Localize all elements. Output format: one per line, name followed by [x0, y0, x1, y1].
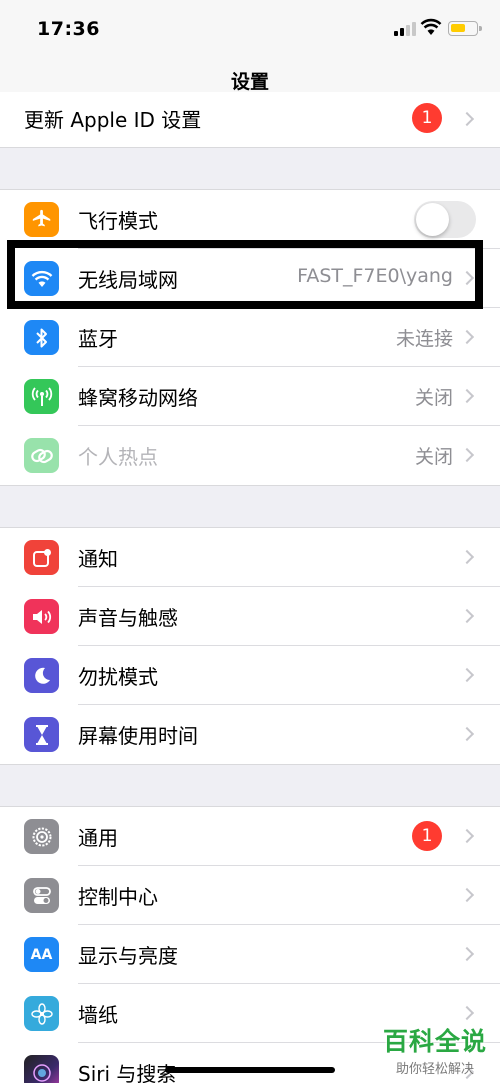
page-title: 设置: [230, 71, 269, 93]
connectivity-group: 飞行模式 无线局域网 FAST_F7E0\yang 蓝牙 未连接 蜂窝移动网络 …: [0, 189, 500, 486]
chevron-right-icon: [459, 946, 475, 962]
update-apple-id-row[interactable]: 更新 Apple ID 设置 1: [0, 92, 500, 148]
chevron-right-icon: [459, 388, 475, 404]
siri-icon: [24, 1055, 59, 1083]
airplane-mode-toggle[interactable]: [414, 201, 476, 238]
airplane-mode-label: 飞行模式: [78, 209, 158, 233]
wifi-status-icon: [420, 18, 442, 35]
cellular-status: 关闭: [414, 387, 453, 409]
chevron-right-icon: [459, 447, 475, 463]
chevron-right-icon: [459, 828, 475, 844]
speaker-icon: [24, 599, 59, 634]
cellular-signal-icon: [394, 22, 418, 36]
personal-hotspot-status: 关闭: [414, 446, 453, 468]
watermark-logo: 百科全说 助你轻松解决: [376, 1022, 494, 1078]
antenna-icon: [24, 379, 59, 414]
update-badge: 1: [412, 103, 442, 133]
update-apple-id-label: 更新 Apple ID 设置: [24, 108, 202, 132]
chevron-right-icon: [459, 887, 475, 903]
chevron-right-icon: [459, 549, 475, 565]
general-row[interactable]: 通用 1: [0, 807, 500, 866]
bluetooth-status: 未连接: [395, 328, 453, 350]
sounds-label: 声音与触感: [78, 606, 178, 630]
switches-icon: [24, 878, 59, 913]
wifi-highlight-box: [7, 240, 483, 309]
control-center-row[interactable]: 控制中心: [0, 866, 500, 925]
do-not-disturb-row[interactable]: 勿扰模式: [0, 646, 500, 705]
chevron-right-icon: [459, 726, 475, 742]
screen-time-label: 屏幕使用时间: [78, 724, 198, 748]
do-not-disturb-label: 勿扰模式: [78, 665, 158, 689]
cellular-label: 蜂窝移动网络: [78, 386, 198, 410]
home-indicator[interactable]: [165, 1067, 335, 1073]
chevron-right-icon: [459, 608, 475, 624]
bluetooth-label: 蓝牙: [78, 327, 118, 351]
screen-time-row[interactable]: 屏幕使用时间: [0, 705, 500, 764]
text-size-icon: AA: [24, 937, 59, 972]
chevron-right-icon: [459, 1005, 475, 1021]
hotspot-link-icon: [24, 438, 59, 473]
chevron-right-icon: [459, 667, 475, 683]
general-label: 通用: [78, 826, 118, 850]
notifications-label: 通知: [78, 547, 118, 571]
siri-search-label: Siri 与搜索: [78, 1062, 177, 1083]
notifications-row[interactable]: 通知: [0, 528, 500, 587]
status-time: 17:36: [37, 18, 100, 40]
sounds-row[interactable]: 声音与触感: [0, 587, 500, 646]
personal-hotspot-row[interactable]: 个人热点 关闭: [0, 426, 500, 485]
gear-icon: [24, 819, 59, 854]
battery-icon: [448, 21, 482, 36]
personal-hotspot-label: 个人热点: [78, 445, 158, 469]
display-brightness-label: 显示与亮度: [78, 944, 178, 968]
hourglass-icon: [24, 717, 59, 752]
watermark-brand: 百科全说: [382, 1027, 487, 1056]
moon-icon: [24, 658, 59, 693]
bluetooth-row[interactable]: 蓝牙 未连接: [0, 308, 500, 367]
watermark-tagline: 助你轻松解决: [395, 1062, 474, 1077]
cellular-row[interactable]: 蜂窝移动网络 关闭: [0, 367, 500, 426]
notifications-group: 通知 声音与触感 勿扰模式 屏幕使用时间: [0, 527, 500, 765]
control-center-label: 控制中心: [78, 885, 158, 909]
wallpaper-label: 墙纸: [78, 1003, 118, 1027]
notification-icon: [24, 540, 59, 575]
chevron-right-icon: [459, 111, 475, 127]
airplane-icon: [24, 202, 59, 237]
display-brightness-row[interactable]: AA 显示与亮度: [0, 925, 500, 984]
status-bar: 17:36: [0, 0, 500, 58]
general-badge: 1: [412, 821, 442, 851]
bluetooth-icon: [24, 320, 59, 355]
flower-icon: [24, 996, 59, 1031]
chevron-right-icon: [459, 329, 475, 345]
